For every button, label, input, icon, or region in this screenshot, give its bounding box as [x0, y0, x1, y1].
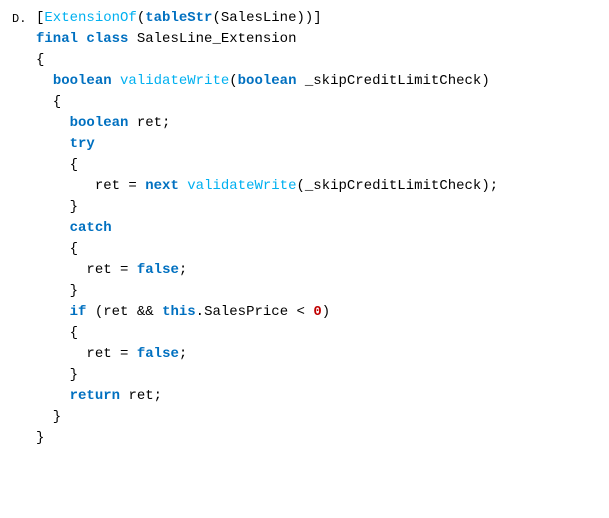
keyword: false	[137, 346, 179, 362]
identifier: ret	[103, 304, 128, 320]
code-line: ret = next validateWrite(_skipCreditLimi…	[36, 176, 498, 197]
identifier: SalesPrice	[204, 304, 288, 320]
code-line: {	[36, 239, 498, 260]
code-line: return ret;	[36, 386, 498, 407]
code-line: if (ret && this.SalesPrice < 0)	[36, 302, 498, 323]
identifier: ret	[86, 262, 111, 278]
keyword: return	[70, 388, 120, 404]
keyword: boolean	[53, 73, 112, 89]
code-line: }	[36, 281, 498, 302]
code-line: final class SalesLine_Extension	[36, 29, 498, 50]
keyword: tableStr	[145, 10, 212, 26]
method-name: validateWrite	[120, 73, 229, 89]
code-line: catch	[36, 218, 498, 239]
identifier: ret	[86, 346, 111, 362]
code-line: ret = false;	[36, 344, 498, 365]
code-container: D. [ExtensionOf(tableStr(SalesLine))]fin…	[12, 8, 597, 449]
code-line: ret = false;	[36, 260, 498, 281]
code-line: }	[36, 197, 498, 218]
code-line: {	[36, 92, 498, 113]
function-name: ExtensionOf	[44, 10, 136, 26]
code-block: [ExtensionOf(tableStr(SalesLine))]final …	[36, 8, 498, 449]
identifier: _skipCreditLimitCheck	[305, 178, 481, 194]
code-line: [ExtensionOf(tableStr(SalesLine))]	[36, 8, 498, 29]
keyword: boolean	[238, 73, 297, 89]
code-line: {	[36, 323, 498, 344]
keyword: catch	[70, 220, 112, 236]
keyword: class	[86, 31, 128, 47]
code-line: {	[36, 155, 498, 176]
keyword: this	[162, 304, 196, 320]
identifier: ret	[95, 178, 120, 194]
code-line: try	[36, 134, 498, 155]
identifier: ret	[137, 115, 162, 131]
param-name: _skipCreditLimitCheck	[305, 73, 481, 89]
number-literal: 0	[313, 304, 321, 320]
code-line: }	[36, 365, 498, 386]
keyword: next	[145, 178, 179, 194]
code-line: boolean ret;	[36, 113, 498, 134]
code-line: {	[36, 50, 498, 71]
option-label: D.	[12, 8, 28, 28]
keyword: if	[70, 304, 87, 320]
identifier: ret	[128, 388, 153, 404]
keyword: boolean	[70, 115, 129, 131]
class-name: SalesLine_Extension	[137, 31, 297, 47]
code-line: }	[36, 407, 498, 428]
keyword: try	[70, 136, 95, 152]
keyword: final	[36, 31, 78, 47]
method-name: validateWrite	[187, 178, 296, 194]
code-line: }	[36, 428, 498, 449]
keyword: false	[137, 262, 179, 278]
identifier: SalesLine	[221, 10, 297, 26]
code-line: boolean validateWrite(boolean _skipCredi…	[36, 71, 498, 92]
